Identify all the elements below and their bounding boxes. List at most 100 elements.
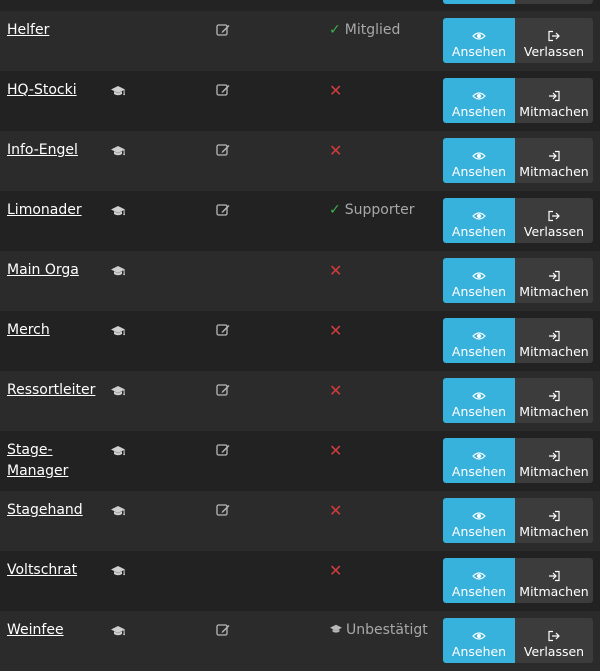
check-icon: ✓ — [329, 202, 341, 218]
leave-button[interactable]: Verlassen — [515, 618, 593, 663]
leave-button[interactable]: Verlassen — [515, 198, 593, 243]
action-button-label: Mitmachen — [519, 343, 589, 359]
join-button[interactable]: Mitmachen — [515, 378, 593, 423]
x-icon: ✕ — [329, 141, 343, 160]
view-button-label: Ansehen — [451, 343, 507, 359]
row-actions: Ansehen Verlassen — [443, 18, 593, 63]
view-button[interactable]: Ansehen — [443, 498, 515, 543]
membership-status: ✕ — [329, 140, 342, 163]
sign-in-icon — [547, 270, 561, 282]
membership-status: ✓ Mitglied — [329, 20, 400, 41]
row-actions: Ansehen Mitmachen — [443, 318, 593, 363]
view-button[interactable]: Ansehen — [443, 258, 515, 303]
graduation-cap-icon — [110, 144, 126, 158]
view-button[interactable]: Ansehen — [443, 198, 515, 243]
sign-in-icon — [547, 450, 561, 462]
join-button[interactable]: Mitmachen — [515, 318, 593, 363]
x-icon: ✕ — [329, 261, 343, 280]
edit-icon[interactable] — [216, 443, 230, 457]
join-button[interactable]: Mitmachen — [515, 438, 593, 483]
sign-out-icon — [547, 30, 561, 42]
x-icon: ✕ — [329, 501, 343, 520]
table-row: Limonader ✓ Supporter Ansehen Verlassen — [0, 191, 600, 251]
graduation-cap-icon — [110, 564, 126, 578]
angeltype-name-link[interactable]: Merch — [7, 320, 99, 341]
edit-icon[interactable] — [216, 383, 230, 397]
edit-icon[interactable] — [216, 503, 230, 517]
edit-icon[interactable] — [216, 143, 230, 157]
edit-icon[interactable] — [216, 203, 230, 217]
eye-icon — [472, 510, 486, 522]
angeltype-name-link[interactable]: Info-Engel — [7, 140, 99, 161]
action-button-label: Mitmachen — [519, 283, 589, 299]
edit-icon[interactable] — [216, 623, 230, 637]
membership-status: ✕ — [329, 560, 342, 583]
angeltype-name-link[interactable]: Main Orga — [7, 260, 99, 281]
view-button[interactable]: Ansehen — [443, 378, 515, 423]
view-button-label: Ansehen — [451, 283, 507, 299]
edit-icon[interactable] — [216, 323, 230, 337]
angeltype-name-link[interactable]: Limonader — [7, 200, 99, 221]
join-button[interactable]: Mitmachen — [515, 258, 593, 303]
sign-in-icon — [547, 390, 561, 402]
eye-icon — [472, 330, 486, 342]
table-row: Stagehand ✕ Ansehen Mitmachen — [0, 491, 600, 551]
view-button[interactable]: Ansehen — [443, 18, 515, 63]
angeltype-name-link[interactable]: Weinfee — [7, 620, 99, 641]
previous-view-button-edge[interactable] — [443, 0, 515, 4]
angeltype-name-link[interactable]: Voltschrat — [7, 560, 99, 581]
eye-icon — [472, 450, 486, 462]
row-actions: Ansehen Mitmachen — [443, 138, 593, 183]
x-icon: ✕ — [329, 441, 343, 460]
view-button[interactable]: Ansehen — [443, 438, 515, 483]
action-button-label: Mitmachen — [519, 103, 589, 119]
membership-status: ✕ — [329, 500, 342, 523]
graduation-cap-icon — [110, 444, 126, 458]
status-label: Unbestätigt — [346, 622, 428, 638]
angeltypes-table: Helfer ✓ Mitglied Ansehen Verlassen HQ-St… — [0, 0, 600, 671]
table-row: Info-Engel ✕ Ansehen Mitmachen — [0, 131, 600, 191]
eye-icon — [472, 570, 486, 582]
previous-row-fragment — [0, 0, 600, 11]
leave-button[interactable]: Verlassen — [515, 18, 593, 63]
view-button[interactable]: Ansehen — [443, 618, 515, 663]
angeltype-name-link[interactable]: Stage-Manager — [7, 440, 99, 482]
eye-icon — [472, 210, 486, 222]
join-button[interactable]: Mitmachen — [515, 558, 593, 603]
edit-icon[interactable] — [216, 83, 230, 97]
view-button[interactable]: Ansehen — [443, 318, 515, 363]
view-button[interactable]: Ansehen — [443, 558, 515, 603]
angeltype-name-link[interactable]: Helfer — [7, 20, 99, 41]
membership-status: ✕ — [329, 80, 342, 103]
table-row: Helfer ✓ Mitglied Ansehen Verlassen — [0, 11, 600, 71]
x-icon: ✕ — [329, 81, 343, 100]
join-button[interactable]: Mitmachen — [515, 78, 593, 123]
status-label: Mitglied — [344, 22, 401, 38]
eye-icon — [472, 150, 486, 162]
eye-icon — [472, 90, 486, 102]
view-button[interactable]: Ansehen — [443, 78, 515, 123]
row-actions: Ansehen Mitmachen — [443, 558, 593, 603]
view-button[interactable]: Ansehen — [443, 138, 515, 183]
row-actions: Ansehen Mitmachen — [443, 438, 593, 483]
angeltype-name-link[interactable]: Stagehand — [7, 500, 99, 521]
angeltype-name-link[interactable]: Ressortleiter — [7, 380, 99, 401]
action-button-label: Mitmachen — [519, 583, 589, 599]
edit-icon[interactable] — [216, 23, 230, 37]
row-actions: Ansehen Mitmachen — [443, 498, 593, 543]
table-row: Main Orga ✕ Ansehen Mitmachen — [0, 251, 600, 311]
sign-out-icon — [547, 630, 561, 642]
sign-out-icon — [547, 210, 561, 222]
angeltype-name-link[interactable]: HQ-Stocki — [7, 80, 99, 101]
previous-action-button-edge[interactable] — [515, 0, 593, 4]
join-button[interactable]: Mitmachen — [515, 138, 593, 183]
x-icon: ✕ — [329, 321, 343, 340]
sign-in-icon — [547, 330, 561, 342]
join-button[interactable]: Mitmachen — [515, 498, 593, 543]
graduation-cap-icon — [110, 264, 126, 278]
row-actions: Ansehen Verlassen — [443, 618, 593, 663]
table-row: Merch ✕ Ansehen Mitmachen — [0, 311, 600, 371]
action-button-label: Mitmachen — [519, 523, 589, 539]
eye-icon — [472, 630, 486, 642]
membership-status: ✕ — [329, 440, 342, 463]
